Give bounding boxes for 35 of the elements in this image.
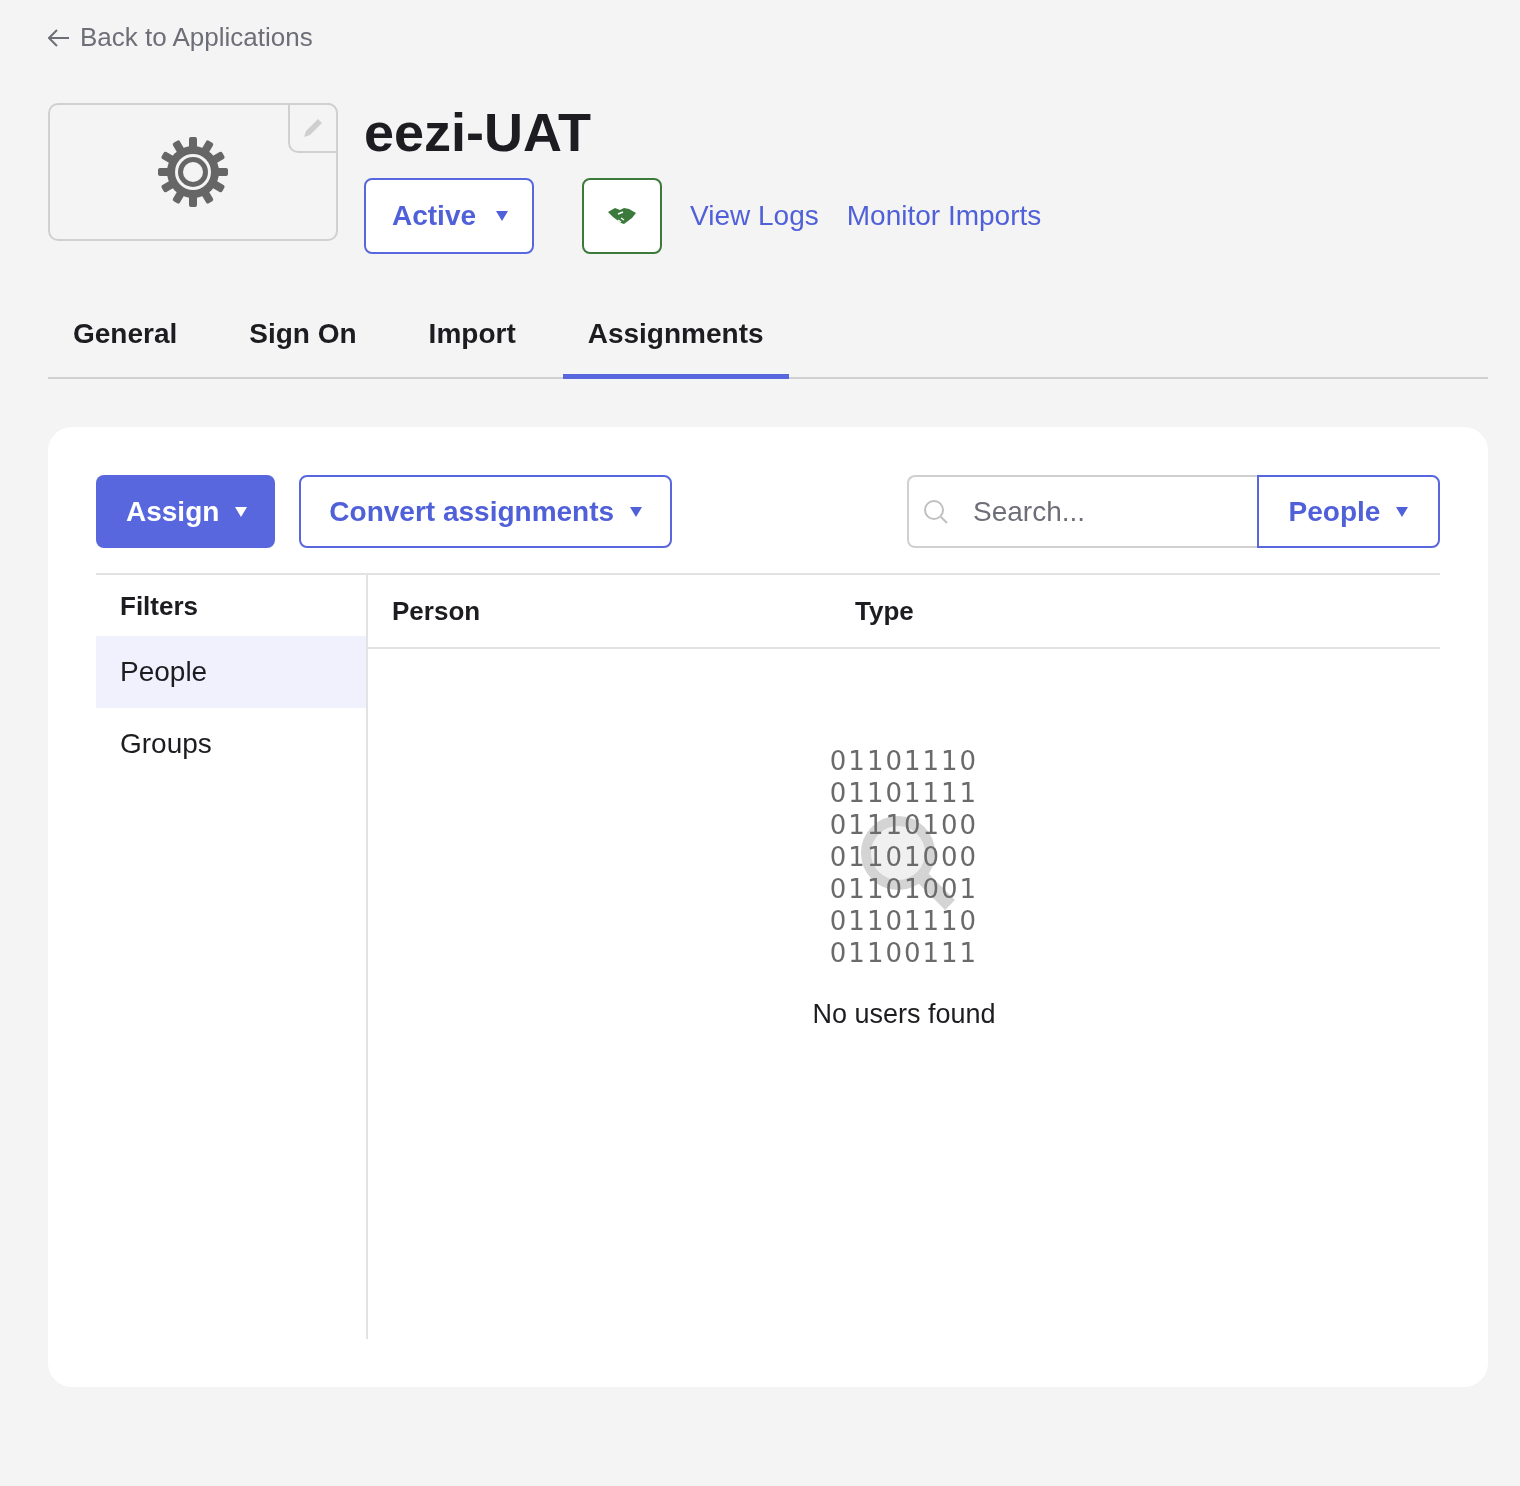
binary-line: 01101000 [829, 841, 979, 874]
binary-line: 01100111 [829, 937, 979, 970]
search-field[interactable]: Search... [907, 475, 1257, 549]
binary-line: 01101111 [829, 777, 979, 810]
gear-icon [157, 136, 229, 208]
binary-line: 01101001 [829, 873, 979, 906]
convert-assignments-button[interactable]: Convert assignments [299, 475, 673, 549]
tab[interactable]: Assignments [562, 298, 789, 380]
header-link[interactable]: Monitor Imports [846, 200, 1042, 233]
search-icon [923, 498, 949, 525]
handshake-icon [607, 206, 638, 227]
tab[interactable]: Sign On [224, 298, 382, 380]
tab[interactable]: Import [403, 298, 541, 380]
app-title: eezi-UAT [364, 103, 593, 163]
column-header: Type [855, 595, 914, 627]
filter-item[interactable]: People [96, 636, 366, 709]
binary-line: 01110100 [829, 809, 979, 842]
filter-item[interactable]: Groups [96, 708, 366, 781]
column-header: Person [392, 595, 482, 627]
caret-icon [1396, 506, 1409, 517]
caret-icon [630, 506, 643, 517]
arrow-left-icon [48, 28, 70, 47]
binary-line: 01101110 [829, 905, 979, 938]
header-link[interactable]: View Logs [690, 200, 819, 233]
status-dropdown[interactable]: Active [364, 178, 535, 255]
tab[interactable]: General [48, 298, 203, 380]
filters-heading: Filters [119, 590, 200, 624]
assign-button[interactable]: Assign [96, 475, 276, 549]
caret-icon [496, 211, 509, 222]
provisioning-button[interactable] [582, 178, 663, 255]
search-scope-dropdown[interactable]: People [1257, 475, 1440, 549]
binary-line: 01101110 [829, 745, 979, 778]
empty-message: No users found [812, 999, 996, 1031]
pencil-icon [301, 116, 325, 140]
caret-icon [235, 506, 248, 517]
